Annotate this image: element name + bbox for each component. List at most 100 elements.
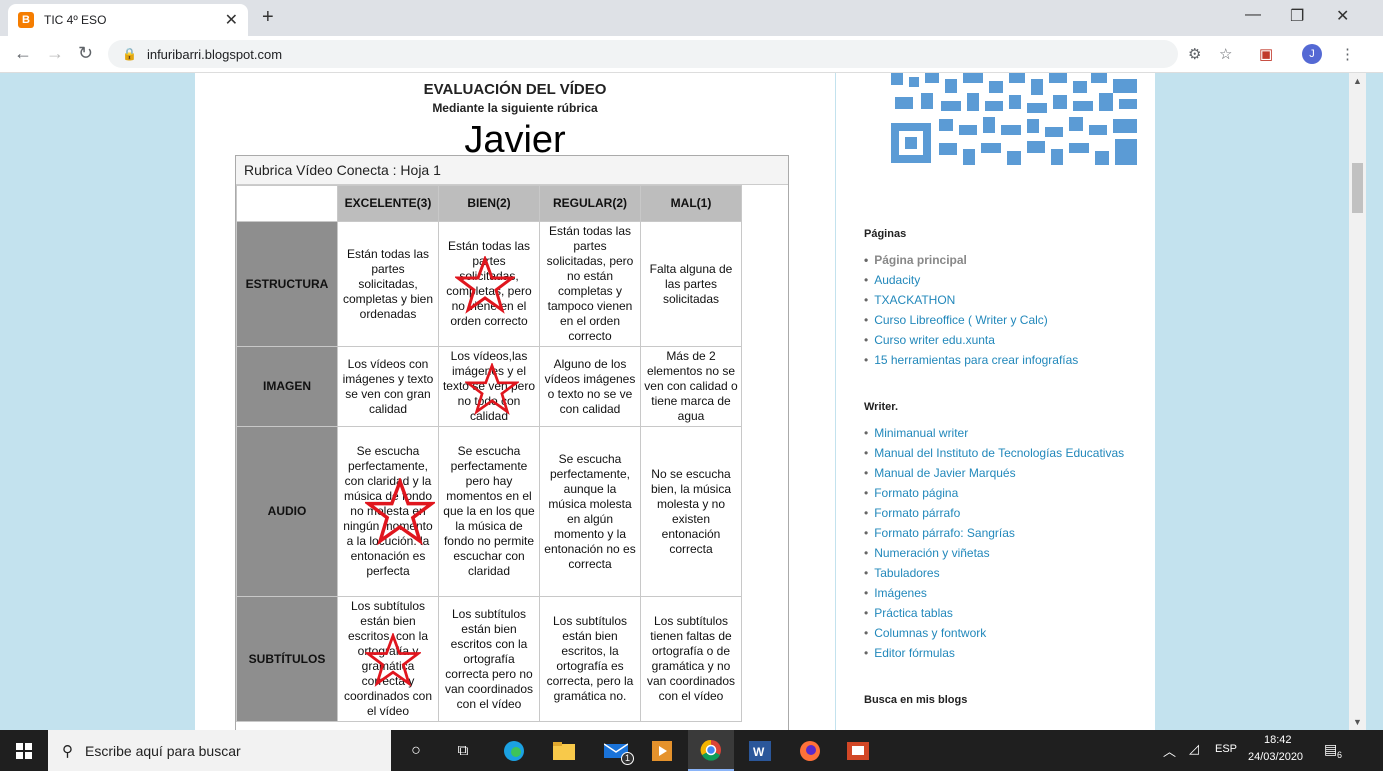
table-row: AUDIO Se escucha perfectamente, con clar… bbox=[236, 426, 742, 597]
sidebar: Páginas Página principal Audacity TXACKA… bbox=[836, 73, 1175, 730]
pages-widget-title: Páginas bbox=[864, 228, 907, 240]
url-bar[interactable]: 🔒 infuribarri.blogspot.com bbox=[108, 40, 1178, 68]
task-view-icon[interactable]: ⧉ bbox=[445, 730, 481, 771]
post-column: EVALUACIÓN DEL VÍDEO Mediante la siguien… bbox=[195, 73, 835, 730]
list-item[interactable]: Curso writer edu.xunta bbox=[864, 330, 1078, 350]
list-item[interactable]: 15 herramientas para crear infografías bbox=[864, 350, 1078, 370]
cortana-icon[interactable]: ○ bbox=[398, 730, 434, 771]
writer-widget-title: Writer. bbox=[864, 401, 899, 413]
notification-count: 6 bbox=[1337, 750, 1343, 760]
list-item[interactable]: Formato página bbox=[864, 483, 1124, 503]
list-item[interactable]: Manual del Instituto de Tecnologías Educ… bbox=[864, 443, 1124, 463]
restore-icon[interactable]: ❐ bbox=[1290, 6, 1304, 26]
list-item[interactable]: Tabuladores bbox=[864, 563, 1124, 583]
bookmark-star-icon[interactable]: ☆ bbox=[1219, 45, 1232, 63]
address-toolbar: ← → ↻ 🔒 infuribarri.blogspot.com ⚙ ☆ ▣ J… bbox=[0, 36, 1383, 73]
clock-time[interactable]: 18:42 bbox=[1264, 734, 1292, 746]
menu-icon[interactable]: ⋮ bbox=[1340, 45, 1355, 63]
list-item[interactable]: Formato párrafo bbox=[864, 503, 1124, 523]
language-indicator[interactable]: ESP bbox=[1215, 743, 1237, 755]
avatar[interactable]: J bbox=[1302, 44, 1322, 64]
media-player-icon[interactable] bbox=[644, 730, 680, 771]
list-item[interactable]: Imágenes bbox=[864, 583, 1124, 603]
blogger-icon: B bbox=[18, 12, 34, 28]
browser-tab[interactable]: B TIC 4º ESO ✕ bbox=[8, 4, 248, 36]
header-bien: BIEN(2) bbox=[438, 185, 540, 222]
table-cell: Los vídeos con imágenes y texto se ven c… bbox=[337, 346, 439, 427]
mail-icon[interactable]: 1 bbox=[596, 730, 636, 771]
list-item[interactable]: Numeración y viñetas bbox=[864, 543, 1124, 563]
star-mark-icon bbox=[365, 633, 421, 687]
star-mark-icon bbox=[465, 363, 519, 415]
file-explorer-icon[interactable] bbox=[546, 730, 582, 771]
post-subtitle: Mediante la siguiente rúbrica bbox=[432, 101, 598, 115]
header-mal: MAL(1) bbox=[640, 185, 742, 222]
table-cell: Falta alguna de las partes solicitadas bbox=[640, 221, 742, 347]
list-item[interactable]: Página principal bbox=[864, 250, 1078, 270]
back-icon[interactable]: ← bbox=[14, 43, 32, 64]
close-window-icon[interactable]: ✕ bbox=[1336, 6, 1349, 26]
table-cell: Los subtítulos están bien escritos, la o… bbox=[539, 596, 641, 722]
post-title: EVALUACIÓN DEL VÍDEO bbox=[423, 81, 607, 98]
close-tab-icon[interactable]: ✕ bbox=[225, 10, 238, 30]
scroll-thumb[interactable] bbox=[1352, 163, 1363, 213]
list-item[interactable]: Curso Libreoffice ( Writer y Calc) bbox=[864, 310, 1078, 330]
list-item[interactable]: Manual de Javier Marqués bbox=[864, 463, 1124, 483]
clock-date[interactable]: 24/03/2020 bbox=[1248, 751, 1303, 763]
embedded-spreadsheet[interactable]: Rubrica Vídeo Conecta : Hoja 1 EXCELENTE… bbox=[235, 155, 789, 730]
list-item[interactable]: Minimanual writer bbox=[864, 423, 1124, 443]
row-label: AUDIO bbox=[236, 426, 338, 597]
page-viewport: EVALUACIÓN DEL VÍDEO Mediante la siguien… bbox=[0, 73, 1366, 730]
taskbar-search-input[interactable]: ⚲ Escribe aquí para buscar bbox=[48, 730, 391, 771]
forward-icon[interactable]: → bbox=[46, 43, 64, 64]
table-cell: Se escucha perfectamente pero hay moment… bbox=[438, 426, 540, 597]
scroll-up-icon[interactable]: ▲ bbox=[1353, 76, 1362, 86]
star-mark-icon bbox=[455, 256, 515, 314]
list-item[interactable]: Audacity bbox=[864, 270, 1078, 290]
list-item[interactable]: TXACKATHON bbox=[864, 290, 1078, 310]
page-scrollbar[interactable]: ▲ ▼ bbox=[1349, 73, 1366, 730]
star-mark-icon bbox=[365, 478, 435, 546]
reload-icon[interactable]: ↻ bbox=[78, 43, 93, 64]
table-cell: Alguno de los vídeos imágenes o texto no… bbox=[539, 346, 641, 427]
pdf-extension-icon[interactable]: ▣ bbox=[1259, 45, 1273, 63]
network-icon[interactable]: ◿ bbox=[1189, 741, 1199, 757]
table-row: SUBTÍTULOS Los subtítulos están bien esc… bbox=[236, 596, 742, 722]
minimize-icon[interactable]: — bbox=[1245, 6, 1261, 24]
tray-chevron-icon[interactable]: ︿ bbox=[1163, 741, 1176, 760]
corner-cell bbox=[236, 185, 338, 222]
url-text: infuribarri.blogspot.com bbox=[146, 46, 283, 62]
list-item[interactable]: Columnas y fontwork bbox=[864, 623, 1124, 643]
scroll-down-icon[interactable]: ▼ bbox=[1353, 717, 1362, 727]
presentation-app-icon[interactable] bbox=[840, 730, 876, 771]
windows-taskbar: ⚲ Escribe aquí para buscar ○ ⧉ 1 W ︿ ◿ E… bbox=[0, 730, 1383, 771]
row-label: IMAGEN bbox=[236, 346, 338, 427]
qr-code-icon bbox=[891, 73, 1141, 169]
list-item[interactable]: Editor fórmulas bbox=[864, 643, 1124, 663]
list-item[interactable]: Práctica tablas bbox=[864, 603, 1124, 623]
new-tab-icon[interactable]: + bbox=[262, 6, 274, 29]
svg-text:W: W bbox=[753, 745, 765, 759]
header-regular: REGULAR(2) bbox=[539, 185, 641, 222]
firefox-icon[interactable] bbox=[792, 730, 828, 771]
word-icon[interactable]: W bbox=[742, 730, 778, 771]
table-cell: Se escucha perfectamente, aunque la músi… bbox=[539, 426, 641, 597]
tab-strip: B TIC 4º ESO ✕ + — ❐ ✕ bbox=[0, 0, 1383, 36]
chrome-icon[interactable] bbox=[688, 730, 734, 771]
table-cell: Los subtítulos tienen faltas de ortograf… bbox=[640, 596, 742, 722]
search-placeholder: Escribe aquí para buscar bbox=[85, 742, 241, 759]
edge-icon[interactable] bbox=[496, 730, 532, 771]
row-label: ESTRUCTURA bbox=[236, 221, 338, 347]
table-cell: Los subtítulos están bien escritos con l… bbox=[438, 596, 540, 722]
list-item[interactable]: Formato párrafo: Sangrías bbox=[864, 523, 1124, 543]
tab-title: TIC 4º ESO bbox=[44, 13, 107, 27]
lock-icon: 🔒 bbox=[122, 47, 137, 61]
windows-start-icon[interactable] bbox=[0, 730, 48, 771]
extension-icon[interactable]: ⚙ bbox=[1188, 45, 1201, 63]
search-blogs-title: Busca en mis blogs bbox=[864, 694, 968, 706]
student-name: Javier bbox=[464, 119, 566, 155]
table-cell: No se escucha bien, la música molesta y … bbox=[640, 426, 742, 597]
row-label: SUBTÍTULOS bbox=[236, 596, 338, 722]
notification-icon[interactable]: ▤ bbox=[1324, 741, 1337, 758]
pages-list: Página principal Audacity TXACKATHON Cur… bbox=[864, 250, 1078, 370]
